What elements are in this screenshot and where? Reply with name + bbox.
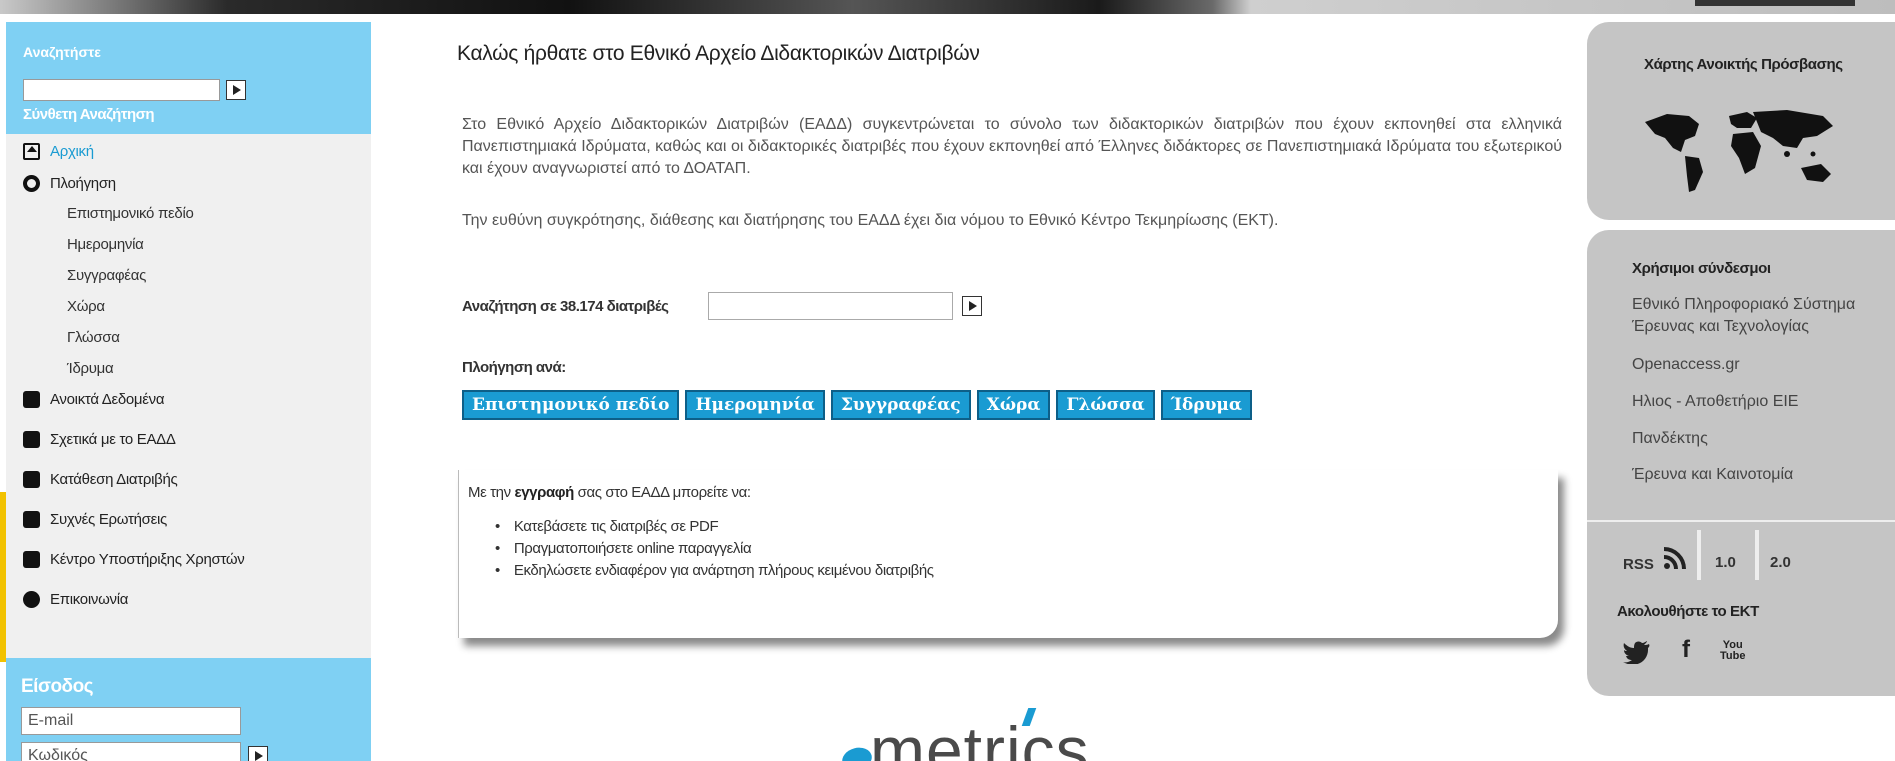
link-national-info-system[interactable]: Εθνικό Πληροφοριακό Σύστημα Έρευνας και … (1632, 294, 1882, 338)
menu-item-label: Αρχική (50, 142, 94, 160)
menu-item-label: Πλοήγηση (50, 174, 116, 192)
login-box: Είσοδος E-mail Κωδικός (6, 658, 371, 761)
banner-box (1695, 0, 1855, 6)
quick-search-go-button[interactable] (226, 80, 246, 100)
follow-ekt-label: Ακολουθήστε το ΕΚΤ (1617, 603, 1759, 620)
intro-paragraph: Στο Εθνικό Αρχείο Διδακτορικών Διατριβών… (462, 116, 1562, 177)
email-field[interactable]: E-mail (21, 707, 241, 735)
rss-separator (1697, 530, 1701, 580)
menu-item-label: Ανοικτά Δεδομένα (50, 390, 165, 408)
menu-item-about[interactable]: Σχετικά με το ΕΑΔΔ (23, 424, 176, 454)
twitter-icon[interactable] (1623, 640, 1651, 664)
youtube-tube: Tube (1720, 650, 1746, 662)
quick-search-title: Αναζητήστε (23, 44, 101, 60)
floppy-icon (23, 390, 40, 408)
main-search-input[interactable] (708, 292, 953, 320)
sub-item-date[interactable]: Ημερομηνία (67, 230, 144, 258)
list-item: Κατεβάσετε τις διατριβές σε PDF (495, 516, 934, 538)
main-menu: Αρχική Πλοήγηση Επιστημονικό πεδίο Ημερο… (6, 134, 371, 658)
page-title: Καλώς ήρθατε στο Εθνικό Αρχείο Διδακτορι… (457, 42, 980, 65)
main-content: Καλώς ήρθατε στο Εθνικό Αρχείο Διδακτορι… (440, 22, 1562, 761)
question-icon (23, 510, 40, 528)
home-icon (23, 142, 40, 160)
rss-label[interactable]: RSS (1623, 556, 1654, 573)
right-sidebar: Χάρτης Ανοικτής Πρόσβασης Χρήσιμοι σύνδε… (1587, 22, 1895, 761)
browse-institution-button[interactable]: Ίδρυμα (1160, 390, 1252, 420)
open-access-map-panel[interactable]: Χάρτης Ανοικτής Πρόσβασης (1587, 22, 1895, 220)
rss-separator (1755, 530, 1759, 580)
browse-icon (23, 174, 40, 192)
register-link[interactable]: εγγραφή (515, 484, 575, 501)
menu-item-label: Κατάθεση Διατριβής (50, 470, 178, 488)
main-search-go-button[interactable] (962, 296, 982, 316)
map-title: Χάρτης Ανοικτής Πρόσβασης (1644, 56, 1843, 73)
browse-author-button[interactable]: Συγγραφέας (830, 390, 971, 420)
document-icon (23, 470, 40, 488)
menu-item-contact[interactable]: Επικοινωνία (23, 584, 128, 614)
login-title: Είσοδος (21, 676, 94, 697)
register-benefits: Κατεβάσετε τις διατριβές σε PDF Πραγματο… (495, 516, 934, 582)
left-sidebar: Αναζητήστε Σύνθετη Αναζήτηση Αρχική Πλοή… (0, 22, 371, 761)
rss-icon[interactable] (1663, 546, 1687, 570)
browse-date-button[interactable]: Ημερομηνία (685, 390, 825, 420)
top-banner (0, 0, 1895, 14)
links-title: Χρήσιμοι σύνδεσμοι (1632, 260, 1771, 277)
menu-item-support[interactable]: Κέντρο Υποστήριξης Χρηστών (23, 544, 245, 574)
rss-2-0-link[interactable]: 2.0 (1770, 554, 1791, 571)
register-suffix: σας στο ΕΑΔΔ μπορείτε να: (573, 484, 751, 501)
link-helios[interactable]: Ηλιος - Αποθετήριο ΕΙΕ (1632, 391, 1798, 413)
menu-item-label: Κέντρο Υποστήριξης Χρηστών (50, 550, 245, 568)
browse-label: Πλοήγηση ανά: (462, 359, 566, 376)
browse-field-button[interactable]: Επιστημονικό πεδίο (462, 390, 680, 420)
menu-item-open-data[interactable]: Ανοικτά Δεδομένα (23, 384, 165, 414)
facebook-icon[interactable]: f (1682, 636, 1690, 664)
list-item: Εκδηλώσετε ενδιαφέρον για ανάρτηση πλήρο… (495, 560, 934, 582)
at-icon (23, 590, 40, 608)
menu-item-submit[interactable]: Κατάθεση Διατριβής (23, 464, 178, 494)
login-go-button[interactable] (248, 746, 268, 761)
browse-buttons: Επιστημονικό πεδίο Ημερομηνία Συγγραφέας… (462, 390, 1252, 420)
logo-text: metrics (870, 713, 1090, 761)
menu-item-home[interactable]: Αρχική (23, 136, 94, 166)
alert-icon (23, 550, 40, 568)
rss-1-0-link[interactable]: 1.0 (1715, 554, 1736, 571)
sub-item-field[interactable]: Επιστημονικό πεδίο (67, 199, 194, 227)
register-intro: Με την εγγραφή σας στο ΕΑΔΔ μπορείτε να: (468, 484, 751, 501)
menu-item-faq[interactable]: Συχνές Ερωτήσεις (23, 504, 167, 534)
link-research-innovation[interactable]: Έρευνα και Καινοτομία (1632, 464, 1793, 486)
youtube-icon[interactable]: You Tube (1720, 640, 1745, 662)
search-label: Αναζήτηση σε 38.174 διατριβές (462, 298, 669, 315)
register-panel: Με την εγγραφή σας στο ΕΑΔΔ μπορείτε να:… (458, 470, 1558, 638)
advanced-search-link[interactable]: Σύνθετη Αναζήτηση (23, 106, 155, 123)
menu-item-label: Συχνές Ερωτήσεις (50, 510, 167, 528)
register-prefix: Με την (468, 484, 515, 501)
sub-item-author[interactable]: Συγγραφέας (67, 261, 146, 289)
sub-item-institution[interactable]: Ίδρυμα (67, 354, 114, 382)
browse-language-button[interactable]: Γλώσσα (1056, 390, 1155, 420)
sub-item-language[interactable]: Γλώσσα (67, 323, 120, 351)
rss-row: RSS 1.0 2.0 (1587, 520, 1895, 580)
password-field[interactable]: Κωδικός (21, 742, 241, 761)
menu-item-label: Σχετικά με το ΕΑΔΔ (50, 430, 176, 448)
quick-search-input[interactable] (23, 79, 220, 101)
link-pandektis[interactable]: Πανδέκτης (1632, 428, 1708, 450)
browse-country-button[interactable]: Χώρα (976, 390, 1051, 420)
metrics-logo[interactable]: metrics (840, 702, 1140, 761)
link-openaccess[interactable]: Openaccess.gr (1632, 354, 1740, 376)
info-icon (23, 430, 40, 448)
sub-item-country[interactable]: Χώρα (67, 292, 105, 320)
menu-item-browse[interactable]: Πλοήγηση (23, 168, 116, 198)
list-item: Πραγματοποιήσετε online παραγγελία (495, 538, 934, 560)
responsibility-paragraph: Την ευθύνη συγκρότησης, διάθεσης και δια… (462, 212, 1279, 229)
world-map-icon[interactable] (1637, 102, 1847, 202)
quick-search-box: Αναζητήστε Σύνθετη Αναζήτηση (6, 22, 371, 134)
useful-links-panel: Χρήσιμοι σύνδεσμοι Εθνικό Πληροφοριακό Σ… (1587, 230, 1895, 696)
menu-item-label: Επικοινωνία (50, 590, 129, 608)
